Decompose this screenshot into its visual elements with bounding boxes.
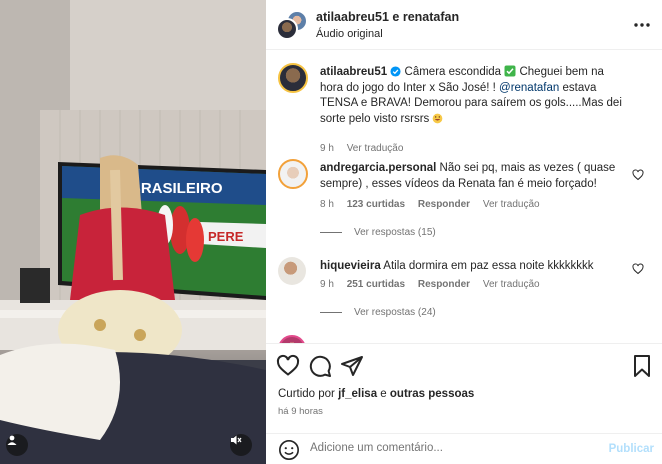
view-replies-label: Ver respostas (15) — [354, 227, 436, 238]
comment-time: 9 h — [320, 279, 334, 290]
post-header: atilaabreu51 e renatafan Áudio original — [266, 0, 662, 50]
liked-others[interactable]: outras pessoas — [390, 388, 474, 400]
view-replies[interactable]: Ver respostas (15) — [320, 227, 436, 238]
add-comment-bar: Publicar — [266, 433, 662, 464]
post-panel: atilaabreu51 e renatafan Áudio original … — [266, 0, 662, 464]
tv-banner-text-2: PERE — [208, 229, 244, 244]
video-player[interactable]: BRASILEIRO PERE — [0, 0, 266, 464]
mute-button[interactable] — [230, 434, 252, 456]
reply-button[interactable]: Responder — [418, 199, 470, 210]
comment-input[interactable] — [310, 442, 590, 454]
more-options-icon[interactable] — [632, 15, 652, 35]
view-replies-label: Ver respostas (24) — [354, 307, 436, 318]
video-frame: BRASILEIRO PERE — [0, 0, 266, 464]
liked-by: Curtido por jf_elisa e outras pessoas — [278, 388, 474, 400]
liked-user[interactable]: jf_elisa — [338, 388, 377, 400]
comment-text: hiquevieira Atila dormira em paz essa no… — [320, 259, 624, 275]
verified-badge-icon — [390, 66, 401, 77]
like-heart-icon[interactable] — [276, 354, 300, 378]
comment-username[interactable]: andregarcia.personal — [320, 162, 436, 174]
publish-button[interactable]: Publicar — [609, 443, 654, 455]
comment-meta: 9 h 251 curtidas Responder Ver tradução — [320, 279, 550, 290]
comment-time: 8 h — [320, 199, 334, 210]
view-replies[interactable]: Ver respostas (24) — [320, 307, 436, 318]
comment-likes[interactable]: 251 curtidas — [347, 279, 405, 290]
liked-prefix: Curtido por — [278, 388, 335, 400]
replies-divider — [320, 312, 342, 313]
comment-text: andregarcia.personal Não sei pq, mais as… — [320, 161, 624, 192]
avatar — [276, 18, 298, 40]
caption-username[interactable]: atilaabreu51 — [320, 66, 387, 78]
comments-section[interactable]: atilaabreu51 Câmera escondida Cheguei be… — [266, 51, 662, 343]
emoji-picker-icon[interactable] — [278, 439, 300, 461]
avatar[interactable] — [278, 335, 306, 343]
save-bookmark-icon[interactable] — [630, 354, 654, 378]
avatar[interactable] — [278, 63, 308, 93]
comment-bubble-icon[interactable] — [308, 354, 332, 378]
check-mark-emoji-icon — [504, 65, 516, 77]
avatar[interactable] — [278, 159, 308, 189]
like-heart-icon[interactable] — [632, 263, 644, 275]
laughing-emoji-icon — [433, 113, 443, 123]
speaker-muted-icon — [231, 435, 242, 445]
caption-part-1: Câmera escondida — [404, 66, 502, 78]
author-avatars[interactable] — [276, 10, 308, 42]
caption-time: 9 h — [320, 143, 334, 154]
comment-meta: 8 h 123 curtidas Responder Ver tradução — [320, 199, 550, 210]
tagged-users-button[interactable] — [6, 434, 28, 456]
caption-meta: 9 h Ver tradução — [320, 143, 413, 154]
post-authors[interactable]: atilaabreu51 e renatafan — [316, 10, 459, 24]
reply-button[interactable]: Responder — [418, 279, 470, 290]
caption-text: atilaabreu51 Câmera escondida Cheguei be… — [320, 65, 624, 127]
comment-likes[interactable]: 123 curtidas — [347, 199, 405, 210]
comment-username[interactable]: hiquevieira — [320, 260, 381, 272]
comment-translate[interactable]: Ver tradução — [483, 199, 540, 210]
comment-body: Atila dormira em paz essa noite kkkkkkkk — [383, 260, 594, 272]
action-bar: Curtido por jf_elisa e outras pessoas há… — [266, 343, 662, 433]
audio-link[interactable]: Áudio original — [316, 28, 383, 40]
like-heart-icon[interactable] — [632, 169, 644, 181]
liked-connector: e — [380, 388, 387, 400]
share-paper-plane-icon[interactable] — [340, 354, 364, 378]
caption-translate[interactable]: Ver tradução — [347, 143, 404, 154]
avatar[interactable] — [278, 257, 306, 285]
caption-mention[interactable]: @renatafan — [499, 82, 559, 94]
tv-banner-text: BRASILEIRO — [130, 180, 223, 197]
user-icon — [7, 435, 17, 445]
replies-divider — [320, 232, 342, 233]
post-time[interactable]: há 9 horas — [278, 406, 323, 417]
comment-translate[interactable]: Ver tradução — [483, 279, 540, 290]
